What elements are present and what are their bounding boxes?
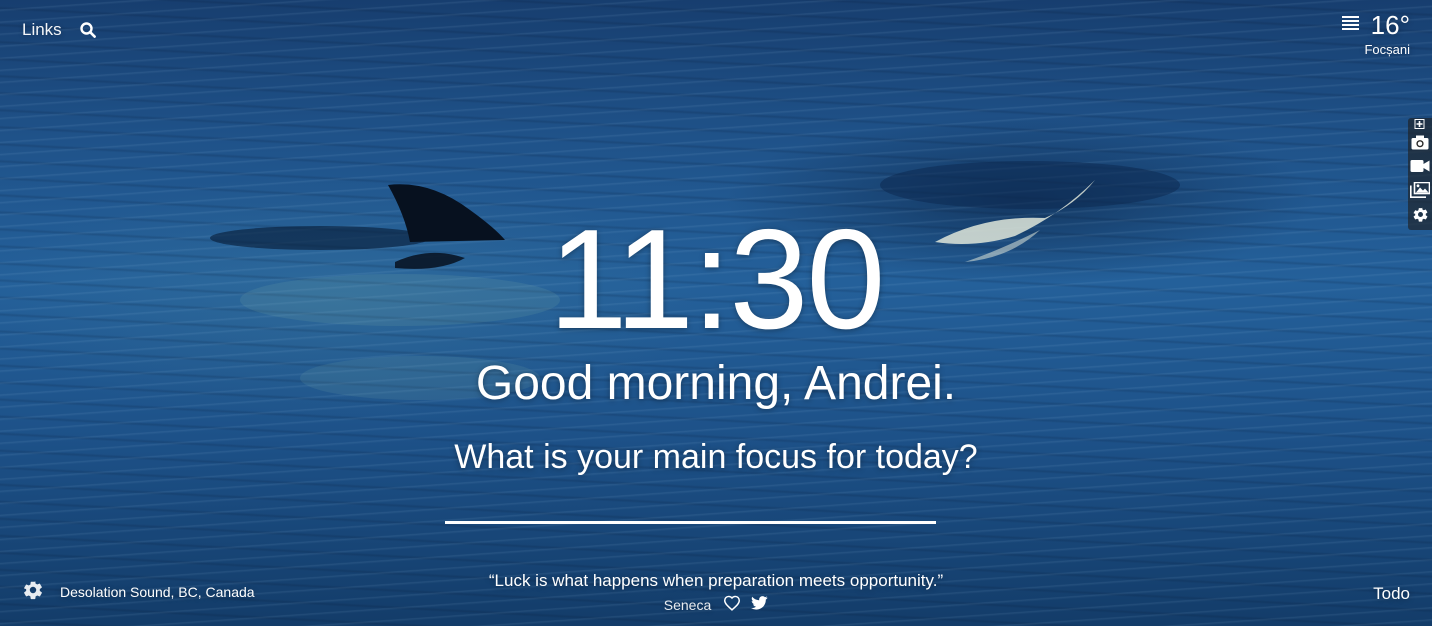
- camera-icon[interactable]: [1408, 130, 1432, 154]
- weather-temperature: 16°: [1370, 10, 1410, 40]
- greeting: Good morning, Andrei.: [475, 357, 957, 410]
- search-icon[interactable]: [79, 22, 96, 38]
- clock: 11:30: [548, 200, 886, 359]
- weather-location: Focșani: [1364, 42, 1410, 57]
- todo-button[interactable]: Todo: [1373, 584, 1410, 604]
- menu-icon: [1341, 16, 1359, 35]
- focus-prompt: What is your main focus for today?: [454, 438, 978, 476]
- gallery-icon[interactable]: [1408, 178, 1432, 202]
- twitter-icon[interactable]: [751, 596, 768, 613]
- quote-text: “Luck is what happens when preparation m…: [488, 571, 944, 590]
- video-icon[interactable]: [1408, 154, 1432, 178]
- quote-author-row: Seneca: [0, 595, 1432, 614]
- links-bar: Links: [22, 20, 96, 40]
- quote-author: Seneca: [663, 596, 712, 613]
- focus-input[interactable]: [445, 478, 936, 524]
- links-button[interactable]: Links: [22, 20, 62, 40]
- heart-icon[interactable]: [723, 595, 741, 614]
- dashboard-page: Links 16° Focșani 11:30 Good morning, An…: [0, 0, 1432, 626]
- add-icon[interactable]: [1408, 118, 1432, 130]
- weather-widget[interactable]: 16° Focșani: [1341, 10, 1410, 57]
